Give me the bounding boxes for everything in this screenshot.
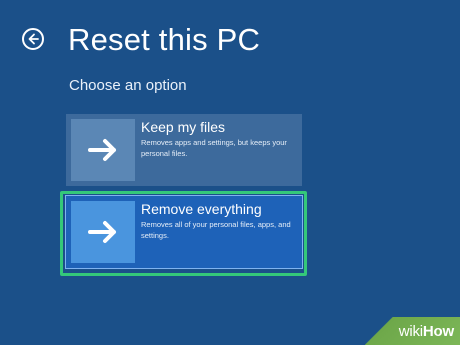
wikihow-prefix: wiki (398, 322, 423, 340)
reset-pc-screen: Reset this PC Choose an option Keep my f… (0, 0, 460, 345)
option-tile (71, 201, 135, 263)
option-description: Removes apps and settings, but keeps you… (141, 138, 287, 158)
arrow-right-icon (88, 139, 116, 161)
option-label: Keep my files (141, 119, 226, 135)
remove-everything-option[interactable]: Remove everything Removes all of your pe… (65, 195, 303, 269)
option-description: Removes all of your personal files, apps… (141, 220, 291, 240)
back-arrow-icon (28, 33, 39, 45)
back-button[interactable] (22, 28, 44, 50)
keep-my-files-option[interactable]: Keep my files Removes apps and settings,… (66, 114, 302, 186)
wikihow-logo: wikiHow (399, 323, 454, 340)
option-tile (71, 119, 135, 181)
wikihow-watermark: wikiHow (365, 317, 460, 345)
wikihow-suffix: How (422, 322, 454, 340)
page-title: Reset this PC (68, 22, 261, 57)
choose-option-subtitle: Choose an option (69, 77, 187, 94)
option-label: Remove everything (141, 201, 262, 217)
arrow-right-icon (88, 221, 116, 243)
